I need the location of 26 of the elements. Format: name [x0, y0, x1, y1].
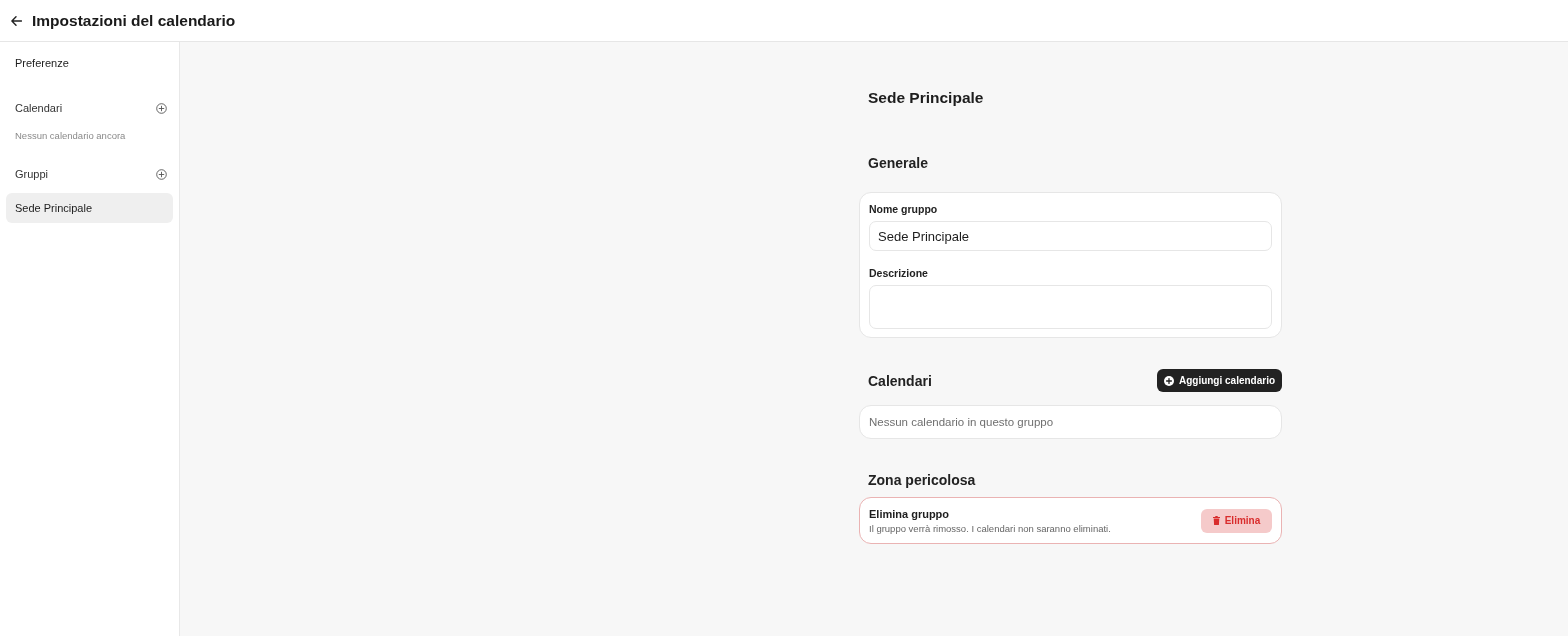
section-heading: Calendari: [868, 371, 932, 391]
group-title: Sede Principale: [868, 88, 985, 108]
sidebar-section-title: Gruppi: [15, 168, 49, 180]
plus-circle-icon: [156, 168, 167, 180]
plus-circle-icon: [156, 102, 167, 114]
empty-state-text: Nessun calendario ancora: [14, 128, 127, 143]
field-label: Descrizione: [869, 266, 929, 280]
page-title: Impostazioni del calendario: [32, 11, 236, 30]
section-heading: Zona pericolosa: [868, 471, 977, 490]
name-input-field[interactable]: Sede Principale: [869, 221, 1272, 251]
add-button[interactable]: [156, 168, 167, 180]
empty-state-text: Nessun calendario in questo gruppo: [869, 416, 1054, 428]
delete-group-title: Elimina gruppo: [869, 507, 951, 520]
sidebar-item[interactable]: Sede Principale: [6, 193, 173, 223]
add-button[interactable]: [156, 102, 167, 114]
delete-group-description: Il gruppo verrà rimosso. I calendari non saranno eliminati.: [869, 522, 1111, 534]
sidebar-section-title: Calendari: [15, 102, 63, 114]
add-calendar-button[interactable]: Aggiungi calendario: [1157, 369, 1282, 392]
back-arrow-icon: [11, 15, 22, 26]
back-button[interactable]: [11, 15, 22, 26]
field-label: Nome gruppo: [869, 202, 939, 216]
sidebar-item[interactable]: Preferenze: [6, 48, 173, 78]
plus-circle-icon: [1163, 375, 1174, 386]
description-field[interactable]: [869, 285, 1272, 329]
section-heading: Generale: [868, 154, 929, 173]
trash-icon: [1212, 516, 1220, 525]
